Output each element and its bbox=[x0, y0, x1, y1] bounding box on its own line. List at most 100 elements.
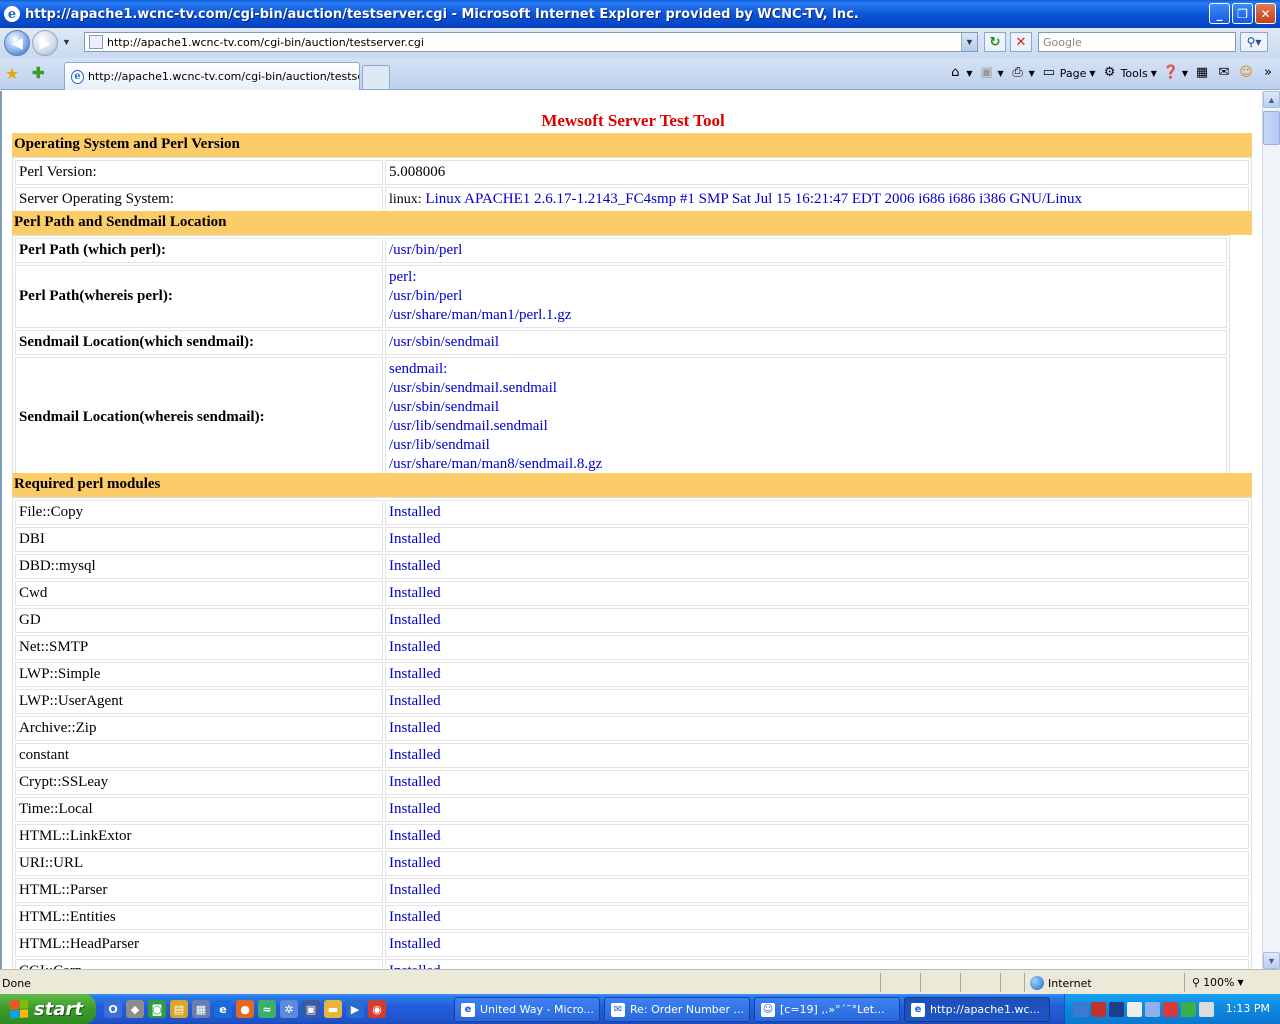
table-row: Net::SMTP Installed bbox=[15, 635, 1249, 660]
firefox-icon[interactable]: ● bbox=[236, 1000, 254, 1018]
tray-icon[interactable] bbox=[1073, 1001, 1088, 1017]
tray-icon[interactable] bbox=[1199, 1001, 1214, 1017]
whereis-sendmail-value: sendmail: /usr/sbin/sendmail.sendmail /u… bbox=[385, 357, 1227, 477]
scroll-thumb[interactable] bbox=[1263, 111, 1280, 145]
table-row: Sendmail Location(whereis sendmail): sen… bbox=[15, 357, 1227, 477]
home-icon: ⌂ bbox=[951, 65, 960, 80]
tab-current[interactable]: e http://apache1.wcnc-tv.com/cgi-bin/auc… bbox=[64, 62, 360, 90]
quick-launch: O ◆ ◙ ▤ ▦ e ● ≈ ✲ ▣ ▬ ▶ ◉ bbox=[104, 1000, 386, 1018]
new-tab-button[interactable] bbox=[362, 65, 390, 89]
address-bar[interactable]: http://apache1.wcnc-tv.com/cgi-bin/aucti… bbox=[84, 32, 978, 52]
ie-icon: e bbox=[461, 1002, 475, 1017]
module-name: constant bbox=[15, 743, 383, 768]
app-icon[interactable]: ✲ bbox=[280, 1000, 298, 1018]
scroll-down-icon[interactable]: ▼ bbox=[1263, 952, 1280, 969]
tray-icon[interactable] bbox=[1181, 1001, 1196, 1017]
whereis-sendmail-line: /usr/sbin/sendmail bbox=[389, 399, 499, 415]
tab-ie-icon: e bbox=[71, 69, 84, 84]
module-status: Installed bbox=[385, 689, 1249, 714]
whereis-sendmail-line: /usr/lib/sendmail.sendmail bbox=[389, 418, 548, 434]
address-toolbar: ◀ ▶ ▼ http://apache1.wcnc-tv.com/cgi-bin… bbox=[0, 28, 1280, 58]
add-favorite-icon[interactable]: ✚ bbox=[32, 64, 45, 82]
clock[interactable]: 1:13 PM bbox=[1226, 1002, 1270, 1015]
ie-icon[interactable]: e bbox=[214, 1000, 232, 1018]
start-button[interactable]: start bbox=[0, 994, 96, 1024]
folder-icon[interactable]: ▬ bbox=[324, 1000, 342, 1018]
table-row: HTML::HeadParser Installed bbox=[15, 932, 1249, 957]
tray-icon[interactable] bbox=[1145, 1001, 1160, 1017]
zoom-dropdown-icon[interactable]: ▼ bbox=[1238, 978, 1244, 987]
module-name: Cwd bbox=[15, 581, 383, 606]
chrome-icon[interactable]: ◉ bbox=[368, 1000, 386, 1018]
help-button[interactable]: ❓ ▼ bbox=[1163, 65, 1188, 81]
tray-icon[interactable] bbox=[1091, 1001, 1106, 1017]
smiley-button[interactable]: ☺ bbox=[1238, 65, 1254, 81]
restore-button[interactable]: ❐ bbox=[1232, 3, 1253, 24]
favorites-star-icon[interactable]: ★ bbox=[5, 64, 19, 84]
taskbar-item-chat[interactable]: ☺ [c=19] ,.»°´¯°Let... bbox=[754, 997, 900, 1022]
which-sendmail-value: /usr/sbin/sendmail bbox=[385, 330, 1227, 355]
module-name: DBI bbox=[15, 527, 383, 552]
app-icon[interactable]: ▦ bbox=[192, 1000, 210, 1018]
server-os-value: Linux APACHE1 2.6.17-1.2143_FC4smp #1 SM… bbox=[425, 191, 1083, 207]
tray-icon[interactable] bbox=[1127, 1001, 1142, 1017]
os-table: Perl Version: 5.008006 Server Operating … bbox=[12, 157, 1252, 215]
vertical-scrollbar[interactable]: ▲ ▼ bbox=[1262, 91, 1280, 969]
task-label: http://apache1.wc... bbox=[930, 1003, 1040, 1016]
module-name: HTML::Entities bbox=[15, 905, 383, 930]
module-status: Installed bbox=[385, 743, 1249, 768]
print-button[interactable]: ⎙ ▼ bbox=[1010, 65, 1034, 81]
app-icon[interactable]: ◙ bbox=[148, 1000, 166, 1018]
toolbar-overflow-button[interactable]: » bbox=[1260, 65, 1276, 81]
os-section: Operating System and Perl Version Perl V… bbox=[12, 133, 1252, 215]
tray-icon[interactable] bbox=[1163, 1001, 1178, 1017]
table-row: Perl Path(whereis perl): perl: /usr/bin/… bbox=[15, 265, 1227, 328]
modules-table: File::Copy Installed DBI Installed DBD::mysq… bbox=[12, 497, 1252, 969]
task-label: United Way - Micro... bbox=[480, 1003, 594, 1016]
search-button[interactable]: ⚲▾ bbox=[1240, 32, 1268, 52]
scroll-up-icon[interactable]: ▲ bbox=[1263, 91, 1280, 108]
app-icon[interactable]: ≈ bbox=[258, 1000, 276, 1018]
address-url[interactable]: http://apache1.wcnc-tv.com/cgi-bin/aucti… bbox=[107, 36, 424, 49]
stop-button[interactable]: ✕ bbox=[1010, 32, 1032, 52]
app-icon[interactable]: ▤ bbox=[170, 1000, 188, 1018]
tray-icon[interactable] bbox=[1109, 1001, 1124, 1017]
gear-icon: ⚙ bbox=[1103, 65, 1116, 80]
title-bar[interactable]: e http://apache1.wcnc-tv.com/cgi-bin/auc… bbox=[0, 0, 1280, 28]
module-name: Time::Local bbox=[15, 797, 383, 822]
perl-version-label: Perl Version: bbox=[15, 160, 383, 185]
zoom-control[interactable]: ⚲ 100% ▼ bbox=[1192, 976, 1244, 989]
page-menu[interactable]: ▭ Page ▼ bbox=[1041, 65, 1096, 81]
forward-button[interactable]: ▶ bbox=[32, 30, 58, 56]
research-button[interactable]: ▦ bbox=[1194, 65, 1210, 81]
app-icon[interactable]: ◆ bbox=[126, 1000, 144, 1018]
back-button[interactable]: ◀ bbox=[4, 30, 30, 56]
taskbar-item-order-number[interactable]: ✉ Re: Order Number ... bbox=[604, 997, 750, 1022]
module-name: CGI::Carp bbox=[15, 959, 383, 969]
close-button[interactable]: ✕ bbox=[1255, 3, 1276, 24]
whereis-sendmail-line: /usr/sbin/sendmail.sendmail bbox=[389, 380, 557, 396]
server-os-cell: linux: Linux APACHE1 2.6.17-1.2143_FC4sm… bbox=[385, 187, 1249, 212]
app-icon[interactable]: ▣ bbox=[302, 1000, 320, 1018]
security-zone[interactable]: Internet bbox=[1030, 976, 1092, 990]
module-status: Installed bbox=[385, 851, 1249, 876]
tools-menu[interactable]: ⚙ Tools ▼ bbox=[1102, 65, 1157, 81]
status-divider bbox=[960, 973, 961, 992]
feeds-button[interactable]: ▣ ▼ bbox=[978, 65, 1003, 81]
search-input[interactable]: Google bbox=[1038, 32, 1236, 52]
messenger-button[interactable]: ✉ bbox=[1216, 65, 1232, 81]
outlook-icon[interactable]: O bbox=[104, 1000, 122, 1018]
taskbar-item-united-way[interactable]: e United Way - Micro... bbox=[454, 997, 600, 1022]
module-name: DBD::mysql bbox=[15, 554, 383, 579]
home-button[interactable]: ⌂ ▼ bbox=[947, 65, 972, 81]
which-perl-label: Perl Path (which perl): bbox=[15, 238, 383, 263]
taskbar-item-apache1[interactable]: e http://apache1.wc... bbox=[904, 997, 1050, 1022]
refresh-button[interactable]: ↻ bbox=[984, 32, 1006, 52]
page-menu-label: Page bbox=[1059, 66, 1087, 80]
address-dropdown-icon[interactable]: ▼ bbox=[961, 33, 977, 51]
media-player-icon[interactable]: ▶ bbox=[346, 1000, 364, 1018]
recent-pages-dropdown-icon[interactable]: ▼ bbox=[62, 37, 71, 47]
minimize-button[interactable]: _ bbox=[1209, 3, 1230, 24]
perl-version-value: 5.008006 bbox=[385, 160, 1249, 185]
page-content: Mewsoft Server Test Tool Operating Syste… bbox=[0, 91, 1262, 969]
